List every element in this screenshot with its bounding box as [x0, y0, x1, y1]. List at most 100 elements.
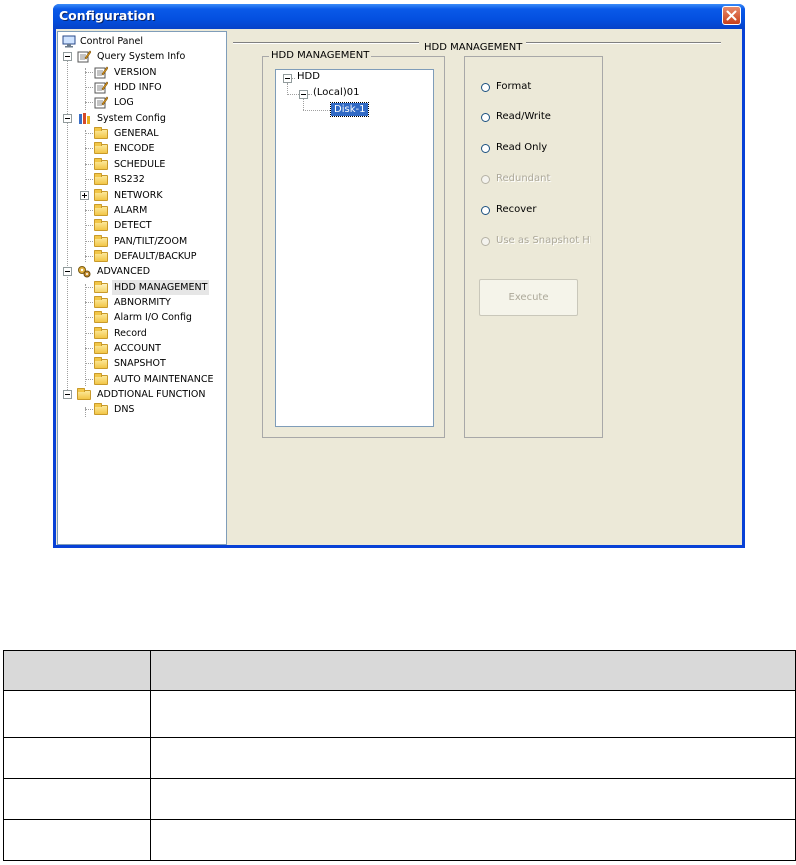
collapse-icon[interactable]	[63, 52, 72, 62]
radio-button[interactable]	[481, 206, 490, 215]
folder-icon	[94, 249, 108, 262]
folder-icon	[94, 173, 108, 186]
tree-item-label: AUTO MAINTENANCE	[114, 373, 214, 385]
collapse-hdd-icon[interactable]	[283, 74, 292, 83]
tree-item-label: LOG	[114, 97, 134, 109]
tree-item-label: ADVANCED	[97, 266, 151, 278]
tree-item-abnormity[interactable]: ABNORMITY	[58, 295, 226, 310]
tree-item-network[interactable]: NETWORK	[58, 188, 226, 203]
operation-options-group: Execute Format Read/Write Read Only Redunda…	[464, 56, 603, 438]
tree-item-label: ENCODE	[114, 143, 155, 155]
hdd-management-group: HDD MANAGEMENT HDD (Local)01 Disk-1	[262, 50, 445, 438]
radio-button[interactable]	[481, 113, 490, 122]
radio-button[interactable]	[481, 144, 490, 153]
tree-item-label: SNAPSHOT	[114, 358, 166, 370]
table-cell	[3, 690, 151, 738]
tree-item-record[interactable]: Record	[58, 326, 226, 341]
tree-item-pan-tilt-zoom[interactable]: PAN/TILT/ZOOM	[58, 234, 226, 249]
window-title: Configuration	[59, 8, 156, 23]
tree-item-encode[interactable]: ENCODE	[58, 141, 226, 156]
folder-icon	[94, 403, 108, 416]
tree-item-control-panel[interactable]: Control Panel	[58, 34, 226, 49]
folder-icon	[94, 326, 108, 339]
close-icon	[726, 10, 737, 21]
tree-item-general[interactable]: GENERAL	[58, 126, 226, 141]
radio-label: Read Only	[496, 142, 548, 153]
radio-label: Read/Write	[496, 111, 551, 122]
monitor-icon	[62, 35, 76, 48]
tree-item-label: PAN/TILT/ZOOM	[114, 235, 188, 247]
tree-item-account[interactable]: ACCOUNT	[58, 341, 226, 356]
folder-icon	[94, 188, 108, 201]
tree-item-label: DETECT	[114, 220, 152, 232]
execute-button[interactable]: Execute	[479, 279, 578, 316]
navigation-tree: Control Panel Query System Info VERSION HDD…	[57, 31, 227, 545]
tree-item-label: RS232	[114, 174, 145, 186]
tree-item-label: GENERAL	[114, 128, 159, 140]
folder-icon	[77, 388, 91, 401]
folder-icon	[94, 295, 108, 308]
table-cell	[150, 819, 796, 861]
description-table	[3, 650, 796, 861]
folder-icon	[94, 357, 108, 370]
tree-item-hdd-management[interactable]: HDD MANAGEMENT	[58, 279, 226, 295]
table-cell	[150, 690, 796, 738]
tree-item-log[interactable]: LOG	[58, 95, 226, 110]
collapse-icon[interactable]	[63, 390, 72, 400]
radio-label: Recover	[496, 204, 537, 215]
title-bar[interactable]: Configuration	[53, 4, 745, 29]
tree-item-system-config[interactable]: System Config	[58, 111, 226, 126]
tree-item-label: DNS	[114, 404, 135, 416]
tree-item-schedule[interactable]: SCHEDULE	[58, 157, 226, 172]
tree-item-label: ABNORMITY	[114, 296, 171, 308]
table-cell	[150, 737, 796, 779]
group-title: HDD MANAGEMENT	[269, 50, 372, 61]
tree-item-advanced[interactable]: ADVANCED	[58, 264, 226, 279]
tree-item-detect[interactable]: DETECT	[58, 218, 226, 233]
collapse-icon[interactable]	[63, 267, 72, 277]
tree-item-version[interactable]: VERSION	[58, 65, 226, 80]
folder-icon	[94, 234, 108, 247]
configuration-window: Configuration Control Panel Query System …	[53, 4, 745, 548]
hdd-node-local01[interactable]: (Local)01	[313, 87, 359, 98]
close-button[interactable]	[722, 6, 741, 25]
notepad-icon	[94, 96, 108, 109]
table-row	[3, 819, 796, 861]
folder-icon	[94, 142, 108, 155]
radio-label: Use as Snapshot HD	[496, 235, 591, 246]
table-cell	[3, 778, 151, 820]
tree-item-label: HDD MANAGEMENT	[112, 279, 210, 295]
hdd-root[interactable]: HDD	[297, 71, 320, 82]
tree-item-label: Alarm I/O Config	[114, 312, 192, 324]
gears-icon	[78, 266, 91, 278]
folder-icon	[94, 372, 108, 385]
tree-item-alarm[interactable]: ALARM	[58, 203, 226, 218]
tree-item-addtional-function[interactable]: ADDTIONAL FUNCTION	[58, 387, 226, 402]
tree-item-alarm-i-o-config[interactable]: Alarm I/O Config	[58, 310, 226, 325]
tools-icon	[79, 112, 90, 124]
tree-item-query-system-info[interactable]: Query System Info	[58, 49, 226, 64]
radio-label: Format	[496, 81, 532, 92]
section-title: HDD MANAGEMENT	[420, 42, 527, 53]
radio-button[interactable]	[481, 83, 490, 92]
table-row	[3, 778, 796, 820]
collapse-icon[interactable]	[63, 113, 72, 123]
folder-icon	[94, 311, 108, 324]
table-header-cell	[3, 650, 151, 691]
tree-item-auto-maintenance[interactable]: AUTO MAINTENANCE	[58, 372, 226, 387]
tree-item-label: Record	[114, 327, 147, 339]
table-header-cell	[150, 650, 796, 691]
tree-item-snapshot[interactable]: SNAPSHOT	[58, 356, 226, 371]
tree-item-label: Control Panel	[80, 36, 143, 47]
table-header-row	[3, 650, 796, 691]
collapse-local-icon[interactable]	[299, 90, 308, 99]
table-row	[3, 737, 796, 779]
hdd-disk-1[interactable]: Disk-1	[329, 102, 370, 117]
expand-icon[interactable]	[80, 190, 89, 200]
tree-item-default-backup[interactable]: DEFAULT/BACKUP	[58, 249, 226, 264]
tree-item-dns[interactable]: DNS	[58, 402, 226, 417]
table-row	[3, 690, 796, 738]
tree-item-hdd-info[interactable]: HDD INFO	[58, 80, 226, 95]
notepad-icon	[94, 66, 108, 79]
tree-item-rs232[interactable]: RS232	[58, 172, 226, 187]
